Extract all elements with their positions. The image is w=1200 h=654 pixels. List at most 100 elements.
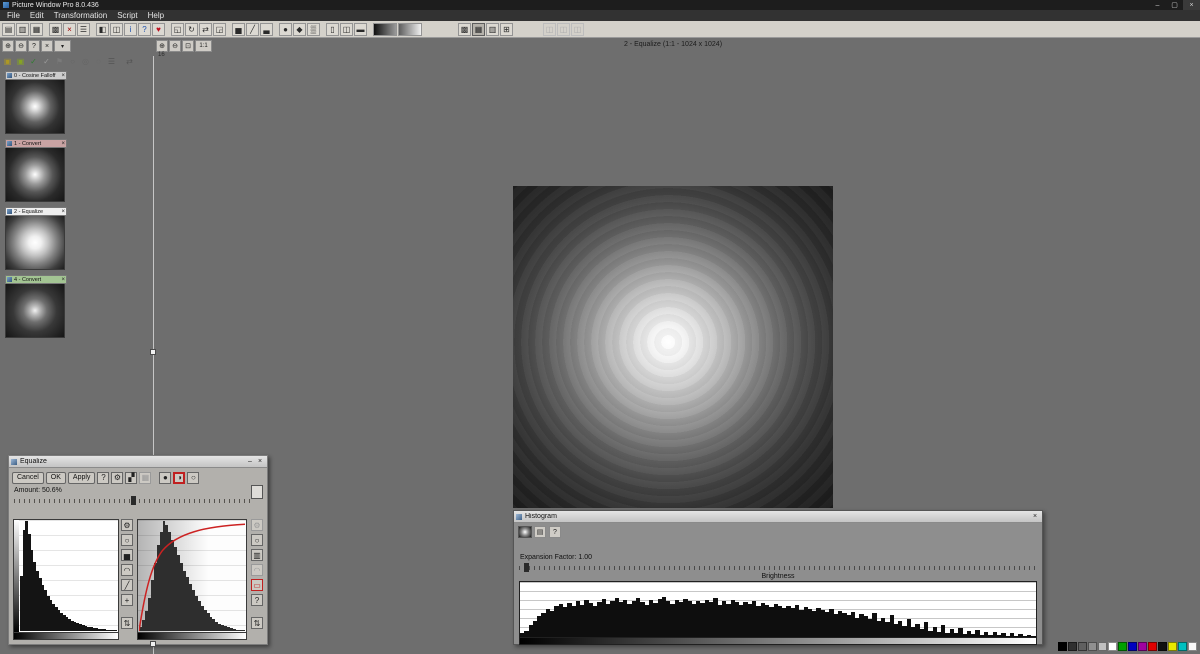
close-icon[interactable]: ×: [61, 277, 65, 283]
jump-icon[interactable]: ⇄: [124, 56, 135, 67]
equalize-dialog-titlebar[interactable]: Equalize – ×: [9, 456, 267, 468]
filter-yellow-icon[interactable]: ▣: [2, 56, 13, 67]
eq-curve2-button[interactable]: ◠: [251, 564, 263, 576]
brush-button[interactable]: ◆: [293, 23, 306, 36]
tree-node[interactable]: [150, 641, 156, 647]
eq-histogram-button[interactable]: ▅: [121, 549, 133, 561]
palette-swatch[interactable]: [1148, 642, 1157, 651]
dot-icon[interactable]: ◌: [93, 56, 104, 67]
palette-swatch[interactable]: [1058, 642, 1067, 651]
levels-button[interactable]: ▅: [232, 23, 245, 36]
resize-button[interactable]: ◲: [213, 23, 226, 36]
info-button[interactable]: i: [124, 23, 137, 36]
eq-line-button[interactable]: ╱: [121, 579, 133, 591]
zoom-out-button[interactable]: ⊖: [169, 40, 181, 52]
eq-settings-button[interactable]: ⚙: [121, 519, 133, 531]
save-image-button[interactable]: ▦: [30, 23, 43, 36]
canvas-image[interactable]: [513, 186, 833, 508]
clone-button[interactable]: ●: [279, 23, 292, 36]
nav-mid-button[interactable]: ◫: [557, 23, 570, 36]
delete-button[interactable]: ×: [63, 23, 76, 36]
cascade-windows-button[interactable]: ◧: [96, 23, 109, 36]
close-icon[interactable]: ×: [61, 141, 65, 147]
expansion-slider[interactable]: [519, 563, 1039, 572]
close-icon[interactable]: ×: [61, 73, 65, 79]
ok-button[interactable]: OK: [46, 472, 66, 484]
thumbnail-header-0[interactable]: 0 - Cosine Falloff×: [5, 71, 67, 80]
zoom-in-button[interactable]: ⊕: [2, 40, 14, 52]
menu-button[interactable]: ☰: [77, 23, 90, 36]
eq-settings2-button[interactable]: ⚙: [251, 519, 263, 531]
gradient-dark-button[interactable]: [373, 23, 397, 36]
palette-swatch[interactable]: [1188, 642, 1197, 651]
close-icon[interactable]: ×: [1183, 0, 1200, 10]
cancel-button[interactable]: Cancel: [12, 472, 44, 484]
palette-swatch[interactable]: [1158, 642, 1167, 651]
nav-prev-button[interactable]: ◫: [543, 23, 556, 36]
close-icon[interactable]: ×: [1030, 513, 1040, 520]
grid-button[interactable]: ▦: [139, 472, 151, 484]
eq-curve-button[interactable]: ◠: [121, 564, 133, 576]
close-icon[interactable]: ×: [255, 458, 265, 465]
eq-spin-button[interactable]: ⇅: [121, 617, 133, 629]
close-icon[interactable]: ×: [61, 209, 65, 215]
gradient-light-button[interactable]: [398, 23, 422, 36]
thumbnail-image-2[interactable]: [5, 216, 65, 270]
minimize-icon[interactable]: –: [1149, 0, 1166, 10]
thumbnail-image-3[interactable]: [5, 284, 65, 338]
menu-item-help[interactable]: Help: [143, 10, 169, 21]
panel-help-button[interactable]: ?: [28, 40, 40, 52]
histogram-tool-button[interactable]: ▃: [260, 23, 273, 36]
amount-slider[interactable]: [14, 496, 254, 505]
layout-single-button[interactable]: ▯: [326, 23, 339, 36]
view-quad-button[interactable]: ⊞: [500, 23, 513, 36]
readout-dropdown[interactable]: ▾: [54, 40, 71, 52]
palette-swatch[interactable]: [1088, 642, 1097, 651]
histogram-window-titlebar[interactable]: Histogram ×: [514, 511, 1042, 523]
thumbnail-image-0[interactable]: [5, 80, 65, 134]
nav-next-button[interactable]: ◫: [571, 23, 584, 36]
layout-wide-button[interactable]: ▬: [354, 23, 367, 36]
eq-histogram2-button[interactable]: ▥: [251, 549, 263, 561]
preview-off-button[interactable]: ○: [187, 472, 199, 484]
palette-swatch[interactable]: [1098, 642, 1107, 651]
app-help-button[interactable]: ?: [138, 23, 151, 36]
thumbnail-header-3[interactable]: 4 - Convert×: [5, 275, 67, 284]
hist-help-button[interactable]: ?: [549, 526, 561, 538]
menu-item-edit[interactable]: Edit: [25, 10, 49, 21]
thumbnail-header-2[interactable]: 2 - Equalize×: [5, 207, 67, 216]
maximize-icon[interactable]: ▢: [1166, 0, 1183, 10]
expansion-slider-thumb[interactable]: [524, 563, 529, 572]
options-button[interactable]: ▤: [534, 526, 546, 538]
open-image-button[interactable]: ▥: [16, 23, 29, 36]
check-gray-icon[interactable]: ✓: [41, 56, 52, 67]
filter-lime-icon[interactable]: ▣: [15, 56, 26, 67]
palette-swatch[interactable]: [1138, 642, 1147, 651]
crop-button[interactable]: ◱: [171, 23, 184, 36]
dialog-help-button[interactable]: ?: [97, 472, 109, 484]
eq-circle-button[interactable]: ○: [121, 534, 133, 546]
zoom-out-button[interactable]: ⊖: [15, 40, 27, 52]
circle-b-icon[interactable]: ◎: [80, 56, 91, 67]
favorites-button[interactable]: ♥: [152, 23, 165, 36]
eq-spin2-button[interactable]: ⇅: [251, 617, 263, 629]
curves-button[interactable]: ╱: [246, 23, 259, 36]
view-dots-button[interactable]: ▩: [458, 23, 471, 36]
palette-swatch[interactable]: [1128, 642, 1137, 651]
mirror-button[interactable]: ⇄: [199, 23, 212, 36]
eq-red-marker-button[interactable]: ▭: [251, 579, 263, 591]
panel-close-button[interactable]: ×: [41, 40, 53, 52]
palette-swatch[interactable]: [1078, 642, 1087, 651]
texture-button[interactable]: ▒: [307, 23, 320, 36]
tile-windows-button[interactable]: ◫: [110, 23, 123, 36]
eq-help2-button[interactable]: ?: [251, 594, 263, 606]
tree-node[interactable]: [150, 349, 156, 355]
zoom-fit-button[interactable]: ⊡: [182, 40, 194, 52]
palette-swatch[interactable]: [1118, 642, 1127, 651]
eq-circle2-button[interactable]: ○: [251, 534, 263, 546]
menu-item-transformation[interactable]: Transformation: [49, 10, 113, 21]
settings-button[interactable]: ⚙: [111, 472, 123, 484]
apply-button[interactable]: Apply: [68, 472, 96, 484]
thumbnail-header-1[interactable]: 1 - Convert×: [5, 139, 67, 148]
rotate-button[interactable]: ↻: [185, 23, 198, 36]
